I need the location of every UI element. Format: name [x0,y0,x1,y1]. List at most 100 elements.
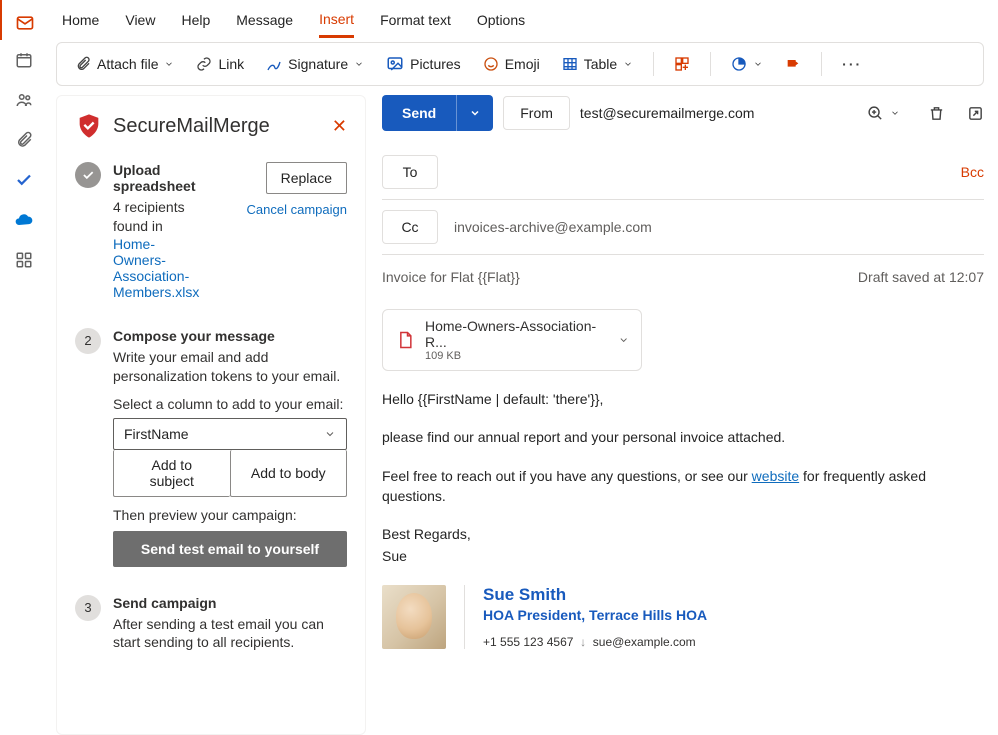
send-options-button[interactable] [456,95,493,131]
step1-file-link[interactable]: Home-Owners-Association-Members.xlsx [113,236,199,300]
subject-input[interactable]: Invoice for Flat {{Flat}} [382,269,520,285]
ribbon-pictures[interactable]: Pictures [378,50,469,78]
sig-phone: +1 555 123 4567 [483,635,573,649]
ribbon-signature[interactable]: Signature [258,51,372,77]
send-test-button[interactable]: Send test email to yourself [113,531,347,567]
attachment-chevron-icon[interactable] [618,334,629,346]
sig-name: Sue Smith [483,585,707,605]
cc-row: Cc invoices-archive@example.com [382,200,984,255]
top-menu: Home View Help Message Insert Format tex… [48,0,998,40]
menu-view[interactable]: View [125,4,155,36]
menu-format[interactable]: Format text [380,4,451,36]
popout-icon[interactable] [967,105,984,122]
ribbon-separator-2 [710,52,711,76]
ribbon-apps-icon[interactable] [666,51,698,77]
rail-apps-icon[interactable] [0,240,47,280]
ribbon-poll-icon[interactable] [723,51,771,77]
signature-avatar [382,585,446,649]
menu-insert[interactable]: Insert [319,3,354,38]
ribbon-emoji[interactable]: Emoji [475,51,548,77]
body-website-link[interactable]: website [752,468,799,484]
step-compose: 2 Compose your message Write your email … [75,328,347,567]
ribbon-separator-3 [821,52,822,76]
compose-pane: Send From test@securemailmerge.com [382,95,984,735]
ribbon-attach-file-label: Attach file [97,56,158,72]
ribbon-separator [653,52,654,76]
ribbon-link[interactable]: Link [188,51,252,77]
ribbon-signature-label: Signature [288,56,348,72]
rail-calendar-icon[interactable] [0,40,47,80]
send-button[interactable]: Send [382,95,456,131]
step1-found: 4 recipients found in [113,198,199,236]
email-body[interactable]: Hello {{FirstName | default: 'there'}}, … [382,389,984,649]
menu-message[interactable]: Message [236,4,293,36]
ribbon-pictures-label: Pictures [410,56,461,72]
addin-panel: SecureMailMerge ✕ Upload spreadsheet 4 r… [56,95,366,735]
cc-button[interactable]: Cc [382,210,438,244]
menu-options[interactable]: Options [477,4,525,36]
attachment-size: 109 KB [425,350,608,362]
discard-icon[interactable] [928,105,945,122]
step2-preview-label: Then preview your campaign: [113,507,347,523]
ribbon-emoji-label: Emoji [505,56,540,72]
zoom-icon[interactable] [867,105,884,122]
step3-title: Send campaign [113,595,347,611]
addin-logo-icon [75,112,103,140]
add-to-subject-button[interactable]: Add to subject [113,450,230,497]
from-address: test@securemailmerge.com [580,105,755,121]
ribbon-table-label: Table [584,56,617,72]
addin-title: SecureMailMerge [113,115,322,138]
step-upload: Upload spreadsheet 4 recipients found in… [75,162,347,300]
body-sender-name: Sue [382,546,984,566]
ribbon-link-label: Link [218,56,244,72]
step3-badge: 3 [75,595,101,621]
column-select-value: FirstName [124,426,189,442]
rail-onedrive-icon[interactable] [0,200,47,240]
draft-status: Draft saved at 12:07 [858,269,984,285]
step3-desc: After sending a test email you can start… [113,615,347,653]
attachment-chip[interactable]: Home-Owners-Association-R... 109 KB [382,309,642,371]
sig-separator-icon: ↓ [580,635,586,649]
ribbon-attach-file[interactable]: Attach file [67,51,182,77]
from-button[interactable]: From [503,96,570,130]
send-split-button[interactable]: Send [382,95,493,131]
body-greeting: Hello {{FirstName | default: 'there'}}, [382,389,984,409]
ribbon-securemailmerge-icon[interactable] [777,51,809,77]
add-to-body-button[interactable]: Add to body [230,450,348,497]
rail-people-icon[interactable] [0,80,47,120]
cancel-campaign-link[interactable]: Cancel campaign [247,202,347,217]
body-p2: Feel free to reach out if you have any q… [382,466,984,507]
sig-role: HOA President, Terrace Hills HOA [483,607,707,623]
cc-value[interactable]: invoices-archive@example.com [454,219,652,235]
ribbon-table[interactable]: Table [554,51,641,77]
insert-ribbon: Attach file Link Signature Pictures Emoj… [56,42,984,86]
rail-todo-icon[interactable] [0,160,47,200]
signature-block: Sue Smith HOA President, Terrace Hills H… [382,585,984,649]
step1-title: Upload spreadsheet [113,162,199,194]
step2-badge: 2 [75,328,101,354]
addin-close-button[interactable]: ✕ [332,116,347,137]
menu-help[interactable]: Help [181,4,210,36]
rail-mail-icon[interactable] [0,0,47,40]
pdf-file-icon [395,330,415,350]
step2-desc: Write your email and add personalization… [113,348,347,386]
body-p2a: Feel free to reach out if you have any q… [382,468,752,484]
subject-row: Invoice for Flat {{Flat}} Draft saved at… [382,255,984,299]
replace-button[interactable]: Replace [266,162,347,194]
left-app-rail [0,0,48,735]
to-button[interactable]: To [382,155,438,189]
step2-title: Compose your message [113,328,347,344]
step-send: 3 Send campaign After sending a test ema… [75,595,347,653]
rail-attach-icon[interactable] [0,120,47,160]
sig-email: sue@example.com [593,635,696,649]
column-select[interactable]: FirstName [113,418,347,450]
body-regards: Best Regards, [382,524,984,544]
step2-select-label: Select a column to add to your email: [113,396,347,412]
menu-home[interactable]: Home [62,4,99,36]
step1-badge-done [75,162,101,188]
to-row: To Bcc [382,145,984,200]
bcc-toggle[interactable]: Bcc [961,164,984,180]
attachment-name: Home-Owners-Association-R... [425,318,608,350]
ribbon-overflow-icon[interactable]: ··· [834,51,870,77]
body-p1: please find our annual report and your p… [382,427,984,447]
